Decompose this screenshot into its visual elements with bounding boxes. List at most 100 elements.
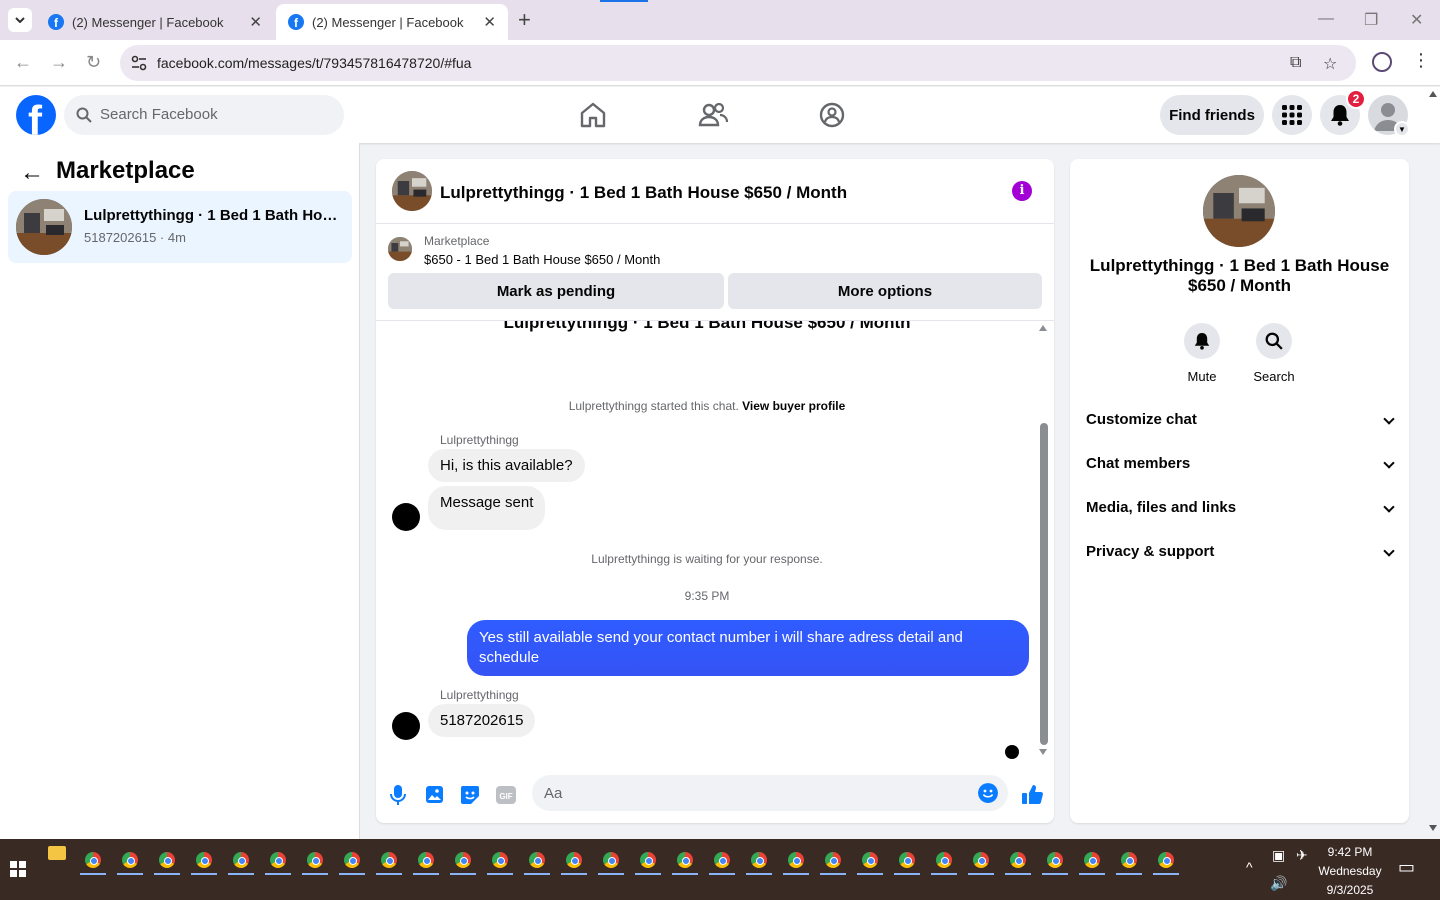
volume-icon[interactable]: 🔊 [1270, 875, 1287, 892]
close-window-icon[interactable]: ✕ [1410, 10, 1423, 30]
taskbar-clock[interactable]: 9:42 PM Wednesday 9/3/2025 [1318, 843, 1382, 900]
thread-list-item[interactable]: Lulprettythingg · 1 Bed 1 Bath House $65… [8, 191, 352, 263]
browser-menu-icon[interactable]: ⋮ [1412, 50, 1430, 71]
network-icon[interactable]: ▣ [1272, 847, 1285, 864]
page-scrollbar[interactable] [1426, 87, 1440, 839]
chrome-taskbar-icon[interactable] [631, 845, 665, 875]
back-arrow-icon[interactable]: ← [20, 159, 44, 187]
profile-photo[interactable] [1203, 175, 1275, 247]
chat-scrollbar[interactable] [1038, 321, 1048, 765]
tray-overflow-icon[interactable]: ^ [1246, 859, 1253, 875]
gif-icon[interactable]: GIF [494, 783, 518, 807]
new-tab-icon[interactable]: + [518, 8, 531, 32]
chrome-taskbar-icon[interactable] [372, 845, 406, 875]
bookmark-star-icon[interactable]: ☆ [1323, 54, 1337, 74]
chrome-taskbar-icon[interactable] [668, 845, 702, 875]
chevron-down-icon [1383, 457, 1395, 469]
chrome-taskbar-icon[interactable] [594, 845, 628, 875]
chrome-taskbar-icon[interactable] [779, 845, 813, 875]
chrome-taskbar-icon[interactable] [742, 845, 776, 875]
windows-start-icon[interactable] [10, 861, 26, 877]
scroll-up-arrow-icon[interactable] [1429, 91, 1437, 97]
chrome-taskbar-icon[interactable] [520, 845, 554, 875]
file-explorer-icon[interactable] [48, 846, 66, 860]
scroll-up-arrow-icon[interactable] [1039, 325, 1047, 331]
sender-avatar[interactable] [392, 503, 420, 531]
chat-avatar[interactable] [392, 171, 432, 211]
chrome-taskbar-icon[interactable] [1001, 845, 1035, 875]
chrome-taskbar-icon[interactable] [224, 845, 258, 875]
reload-icon[interactable]: ↻ [86, 52, 101, 73]
facebook-logo-icon[interactable]: f [16, 95, 56, 135]
chrome-taskbar-icon[interactable] [261, 845, 295, 875]
chrome-taskbar-icon[interactable] [150, 845, 184, 875]
forward-icon[interactable]: → [50, 52, 68, 73]
home-icon[interactable] [577, 99, 609, 131]
chrome-taskbar-icon[interactable] [76, 845, 110, 875]
chrome-taskbar-icon[interactable] [187, 845, 221, 875]
account-chevron-icon[interactable]: ▼ [1394, 121, 1410, 137]
browser-profile-icon[interactable] [1372, 52, 1392, 72]
chrome-taskbar-icon[interactable] [853, 845, 887, 875]
chat-members-section[interactable]: Chat members [1086, 455, 1395, 479]
message-list[interactable]: Lulprettythingg · 1 Bed 1 Bath House $65… [376, 321, 1054, 765]
message-input[interactable]: Aa [532, 775, 1008, 811]
listing-price-title[interactable]: $650 - 1 Bed 1 Bath House $650 / Month [424, 252, 660, 267]
tab-search-button[interactable] [8, 8, 32, 32]
scroll-down-arrow-icon[interactable] [1429, 825, 1437, 831]
browser-tab-2[interactable]: f (2) Messenger | Facebook ✕ [276, 4, 508, 40]
chrome-taskbar-icon[interactable] [1112, 845, 1146, 875]
mark-as-pending-button[interactable]: Mark as pending [388, 273, 724, 309]
find-friends-button[interactable]: Find friends [1160, 95, 1264, 135]
privacy-support-section[interactable]: Privacy & support [1086, 543, 1395, 567]
close-tab-icon[interactable]: ✕ [483, 13, 496, 31]
scroll-thumb[interactable] [1040, 423, 1048, 745]
friends-icon[interactable] [697, 99, 729, 131]
close-tab-icon[interactable]: ✕ [249, 13, 262, 31]
omnibox[interactable]: facebook.com/messages/t/793457816478720/… [120, 45, 1356, 81]
notifications-center-icon[interactable]: ▭ [1398, 857, 1415, 878]
more-options-button[interactable]: More options [728, 273, 1042, 309]
microphone-icon[interactable] [386, 783, 410, 807]
mute-button[interactable]: Mute [1172, 323, 1232, 384]
chrome-taskbar-icon[interactable] [705, 845, 739, 875]
airplane-icon[interactable]: ✈ [1296, 847, 1308, 864]
media-files-links-section[interactable]: Media, files and links [1086, 499, 1395, 523]
chrome-taskbar-icon[interactable] [446, 845, 480, 875]
photo-icon[interactable] [422, 783, 446, 807]
chrome-taskbar-icon[interactable] [964, 845, 998, 875]
customize-chat-section[interactable]: Customize chat [1086, 411, 1395, 435]
chrome-taskbar-icon[interactable] [1075, 845, 1109, 875]
like-thumbs-up-icon[interactable] [1020, 783, 1044, 807]
chat-title[interactable]: Lulprettythingg · 1 Bed 1 Bath House $65… [440, 183, 847, 203]
chrome-taskbar-icon[interactable] [298, 845, 332, 875]
chrome-taskbar-icon[interactable] [113, 845, 147, 875]
chrome-taskbar-icon[interactable] [1149, 845, 1183, 875]
emoji-icon[interactable] [978, 783, 998, 803]
chrome-taskbar-icon[interactable] [409, 845, 443, 875]
info-icon[interactable]: i [1012, 181, 1032, 201]
minimize-icon[interactable]: — [1318, 10, 1334, 28]
chrome-taskbar-icon[interactable] [483, 845, 517, 875]
restore-icon[interactable]: ❐ [1364, 10, 1378, 30]
site-info-icon[interactable] [130, 54, 148, 72]
chrome-taskbar-icon[interactable] [1038, 845, 1072, 875]
sender-avatar[interactable] [392, 712, 420, 740]
browser-tab-1[interactable]: f (2) Messenger | Facebook ✕ [36, 4, 274, 40]
install-app-icon[interactable]: ⧉ [1290, 54, 1301, 72]
listing-thumbnail[interactable] [388, 237, 412, 261]
chrome-taskbar-icon[interactable] [557, 845, 591, 875]
chrome-taskbar-icon[interactable] [816, 845, 850, 875]
view-buyer-profile-link[interactable]: View buyer profile [742, 399, 845, 413]
chrome-taskbar-icon[interactable] [890, 845, 924, 875]
sticker-icon[interactable] [458, 783, 482, 807]
groups-icon[interactable] [816, 99, 848, 131]
scroll-down-arrow-icon[interactable] [1039, 749, 1047, 755]
chrome-taskbar-icon[interactable] [927, 845, 961, 875]
back-icon[interactable]: ← [14, 52, 32, 73]
menu-grid-button[interactable] [1272, 95, 1312, 135]
search-in-chat-button[interactable]: Search [1244, 323, 1304, 384]
chrome-taskbar-icon[interactable] [335, 845, 369, 875]
url-text[interactable]: facebook.com/messages/t/793457816478720/… [157, 55, 471, 71]
facebook-search-input[interactable]: Search Facebook [64, 95, 344, 135]
